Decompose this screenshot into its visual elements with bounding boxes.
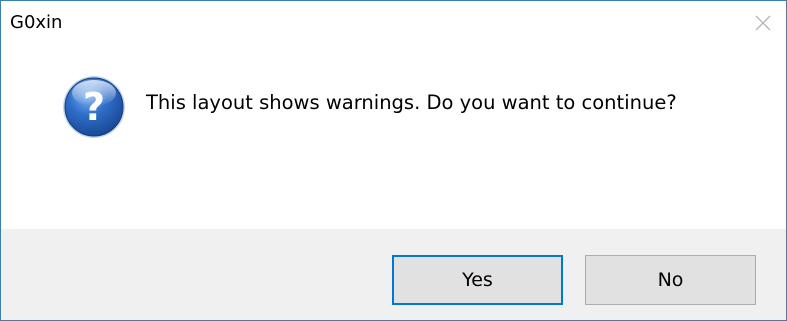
title-bar: G0xin [1,1,786,45]
yes-button[interactable]: Yes [392,255,563,305]
svg-text:?: ? [83,85,105,129]
message-dialog: G0xin ? This layout shows warnings. Do y… [0,0,787,321]
question-icon: ? [63,76,125,138]
window-title: G0xin [10,12,63,33]
close-icon [755,15,771,31]
no-button[interactable]: No [585,255,756,305]
close-button[interactable] [740,1,786,45]
dialog-message: This layout shows warnings. Do you want … [146,91,677,114]
